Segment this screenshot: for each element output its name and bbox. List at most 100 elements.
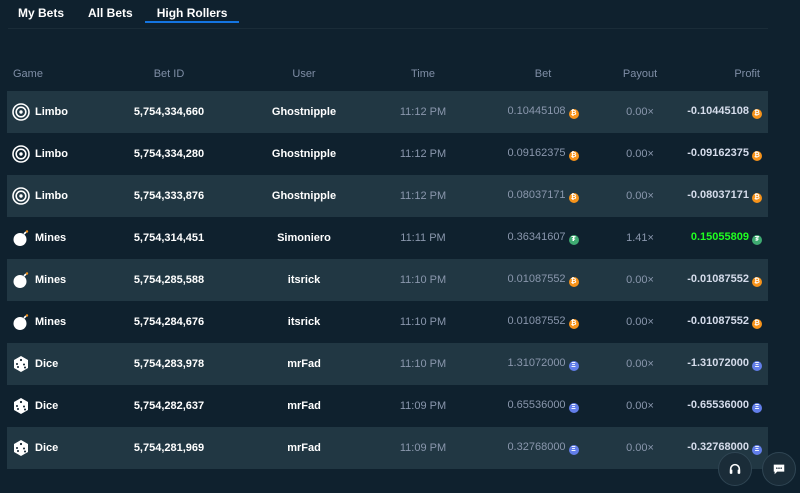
user-name[interactable]: Ghostnipple	[245, 175, 363, 217]
table-row[interactable]: Mines 5,754,314,451 Simoniero 11:11 PM 0.363…	[7, 217, 768, 259]
table-row[interactable]: Limbo 5,754,334,280 Ghostnipple 11:12 PM 0.0…	[7, 133, 768, 175]
game-cell[interactable]: Limbo	[7, 175, 93, 217]
table-header-row: Game Bet ID User Time Bet Payout Profit	[7, 57, 768, 91]
game-cell[interactable]: Mines	[7, 217, 93, 259]
btc-icon: ₿	[568, 109, 579, 119]
usdt-icon: ₮	[752, 235, 762, 245]
btc-icon: ₿	[752, 277, 762, 287]
tab-high-rollers[interactable]: High Rollers	[144, 0, 240, 23]
profit-amount: 0.15055809	[690, 231, 749, 243]
bet-time: 11:11 PM	[400, 232, 446, 244]
bomb-icon	[12, 314, 35, 330]
table-row[interactable]: Limbo 5,754,333,876 Ghostnipple 11:12 PM 0.0…	[7, 175, 768, 217]
game-cell[interactable]: Dice	[7, 385, 93, 427]
bet-id[interactable]: 5,754,283,978	[93, 343, 245, 385]
bet-amount: 1.31072000	[507, 357, 566, 369]
game-cell[interactable]: Dice	[7, 427, 93, 469]
bet-amount: 0.36341607	[507, 231, 566, 243]
bet-amount-cell: 1.31072000 Ξ	[483, 343, 603, 385]
game-cell[interactable]: Mines	[7, 301, 93, 343]
bet-id[interactable]: 5,754,334,660	[93, 91, 245, 133]
btc-icon: ₿	[568, 193, 579, 203]
user-name[interactable]: Ghostnipple	[245, 133, 363, 175]
bet-time: 11:09 PM	[399, 400, 447, 412]
table-row[interactable]: Dice 5,754,283,978 mrFad 11:10 PM 1.31072000…	[7, 343, 768, 385]
btc-icon: ₿	[752, 151, 762, 161]
eth-icon: Ξ	[568, 361, 579, 371]
col-bet: Bet	[534, 68, 552, 80]
table-row[interactable]: Mines 5,754,285,588 itsrick 11:10 PM 0.01087…	[7, 259, 768, 301]
payout: 0.00×	[626, 400, 654, 412]
tab-all-bets[interactable]: All Bets	[76, 0, 145, 23]
target-icon	[12, 145, 35, 163]
bet-time: 11:12 PM	[399, 148, 447, 160]
user-name[interactable]: mrFad	[245, 385, 363, 427]
profit-amount: -0.65536000	[687, 399, 749, 411]
col-bet-id: Bet ID	[153, 68, 185, 80]
profit-amount: -0.10445108	[687, 105, 749, 117]
payout: 0.00×	[626, 148, 654, 160]
bet-amount-cell: 0.36341607 ₮	[483, 217, 603, 259]
profit-amount: -1.31072000	[687, 357, 749, 369]
profit-cell: -0.09162375 ₿	[677, 133, 768, 175]
user-name[interactable]: itsrick	[245, 301, 363, 343]
table-row[interactable]: Dice 5,754,282,637 mrFad 11:09 PM 0.65536000…	[7, 385, 768, 427]
btc-icon: ₿	[752, 193, 762, 203]
tabs-divider	[8, 28, 768, 29]
bet-time: 11:12 PM	[363, 175, 483, 217]
eth-icon: Ξ	[568, 445, 579, 455]
profit-cell: -0.01087552 ₿	[677, 259, 768, 301]
bet-amount-cell: 0.09162375 ₿	[483, 133, 603, 175]
eth-icon: Ξ	[568, 403, 579, 413]
col-user: User	[292, 68, 316, 80]
user-name[interactable]: Ghostnipple	[245, 91, 363, 133]
bet-time: 11:09 PM	[363, 427, 483, 469]
eth-icon: Ξ	[752, 361, 762, 371]
col-payout: Payout	[622, 68, 658, 80]
game-cell[interactable]: Dice	[7, 343, 93, 385]
user-name[interactable]: mrFad	[245, 427, 363, 469]
col-time: Time	[410, 68, 436, 80]
user-name[interactable]: Simoniero	[245, 217, 363, 259]
table-row[interactable]: Limbo 5,754,334,660 Ghostnipple 11:12 PM 0.1…	[7, 91, 768, 133]
bet-id[interactable]: 5,754,282,637	[93, 385, 245, 427]
table-row[interactable]: Mines 5,754,284,676 itsrick 11:10 PM 0.01087…	[7, 301, 768, 343]
profit-cell: -0.65536000 Ξ	[677, 385, 768, 427]
game-cell[interactable]: Mines	[7, 259, 93, 301]
bet-amount-cell: 0.01087552 ₿	[483, 301, 603, 343]
bet-amount-cell: 0.32768000 Ξ	[483, 427, 603, 469]
dice-icon	[12, 398, 35, 414]
payout: 0.00×	[603, 259, 677, 301]
headset-icon	[729, 463, 741, 474]
tab-my-bets[interactable]: My Bets	[0, 0, 76, 23]
bet-id[interactable]: 5,754,334,280	[93, 133, 245, 175]
game-cell[interactable]: Limbo	[7, 133, 93, 175]
profit-cell: -0.10445108 ₿	[677, 91, 768, 133]
bet-id[interactable]: 5,754,314,451	[93, 217, 245, 259]
bet-amount: 0.01087552	[507, 273, 566, 285]
profit-amount: -0.09162375	[687, 147, 749, 159]
chat-button[interactable]	[762, 452, 796, 486]
bet-id[interactable]: 5,754,281,969	[93, 427, 245, 469]
table-row[interactable]: Dice 5,754,281,969 mrFad 11:09 PM 0.32768000…	[7, 427, 768, 469]
bet-amount: 0.08037171	[507, 189, 566, 201]
bet-amount-cell: 0.01087552 ₿	[483, 259, 603, 301]
col-profit: Profit	[734, 68, 760, 80]
user-name[interactable]: mrFad	[245, 343, 363, 385]
game-name: Mines	[35, 231, 67, 244]
target-icon	[12, 187, 35, 205]
bets-table: Game Bet ID User Time Bet Payout Profit …	[7, 57, 768, 469]
bet-id[interactable]: 5,754,284,676	[93, 301, 245, 343]
bet-id[interactable]: 5,754,285,588	[93, 259, 245, 301]
bet-amount-cell: 0.65536000 Ξ	[483, 385, 603, 427]
bet-id[interactable]: 5,754,333,876	[93, 175, 245, 217]
user-name[interactable]: itsrick	[245, 259, 363, 301]
support-button[interactable]	[718, 452, 752, 486]
game-name: Limbo	[35, 147, 68, 160]
dice-icon	[12, 440, 35, 456]
game-cell[interactable]: Limbo	[7, 91, 93, 133]
btc-icon: ₿	[568, 319, 579, 329]
bet-amount: 0.32768000	[507, 441, 566, 453]
profit-cell: 0.15055809 ₮	[677, 217, 768, 259]
profit-cell: -0.08037171 ₿	[677, 175, 768, 217]
